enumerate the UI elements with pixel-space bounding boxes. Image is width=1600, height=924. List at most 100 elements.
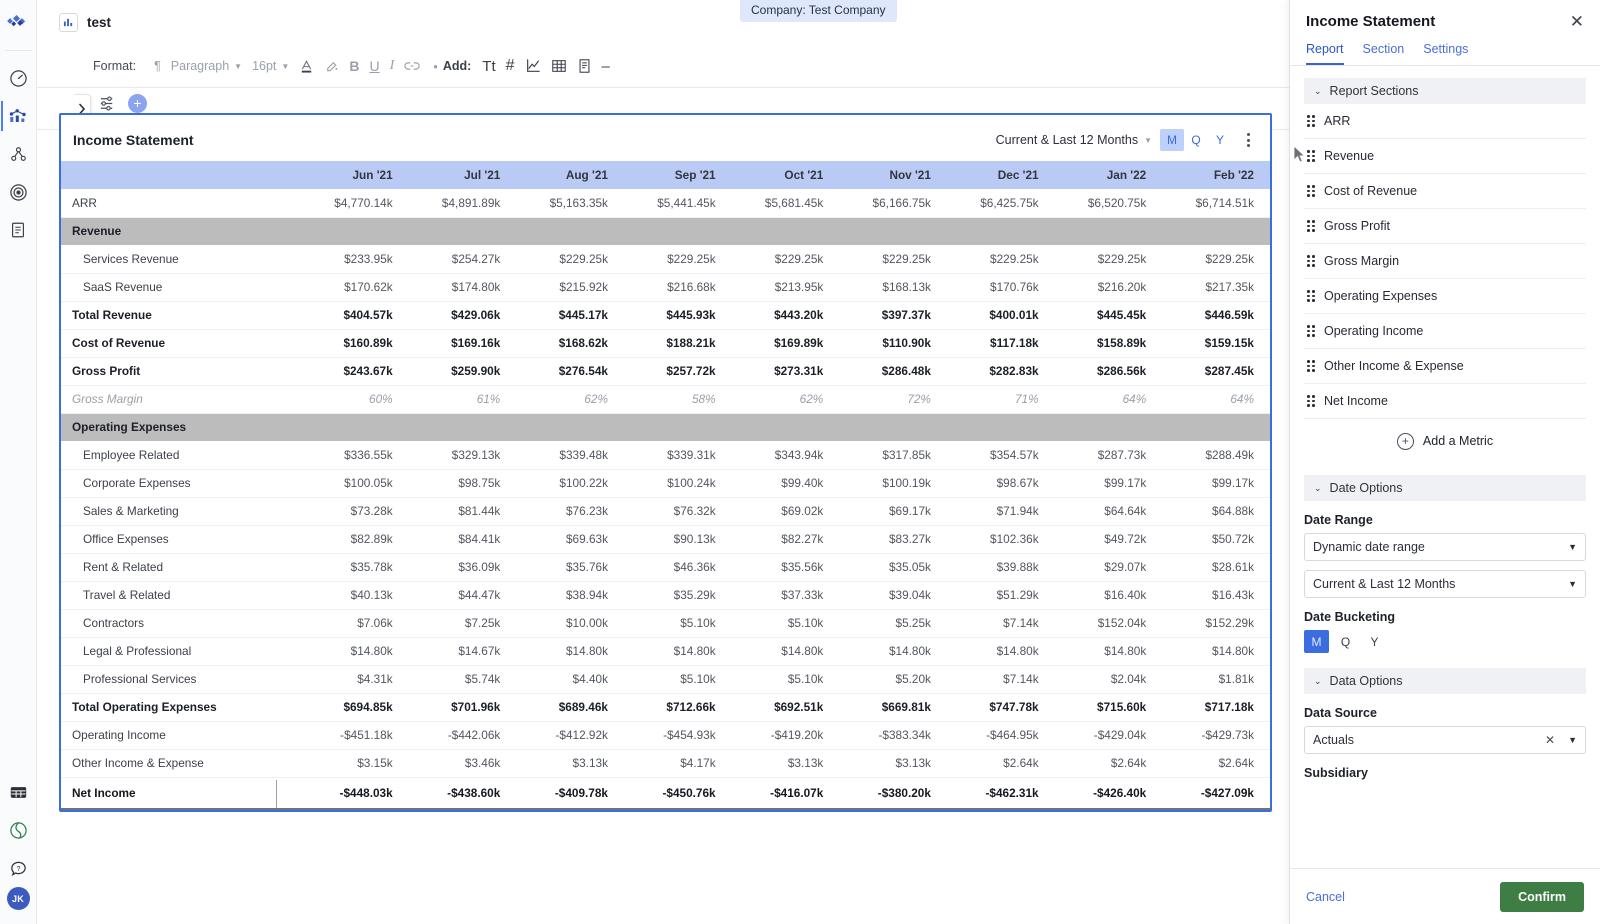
column-header[interactable]: Dec '21 [946,161,1055,189]
clear-icon[interactable]: ✕ [1545,733,1555,747]
italic-icon[interactable]: I [385,53,400,79]
table-row[interactable]: Cost of Revenue $160.89k $169.16k $168.62k $… [61,329,1270,358]
add-text-icon[interactable]: Tt [477,53,500,79]
table-row[interactable]: Legal & Professional $14.80k $14.67k $14.80… [61,637,1270,666]
column-header[interactable]: Jan '22 [1054,161,1163,189]
table-row[interactable]: Rent & Related $35.78k $36.09k $35.76k $46.3… [61,553,1270,582]
report-section-item[interactable]: Cost of Revenue [1304,174,1586,209]
table-row[interactable]: Professional Services $4.31k $5.74k $4.40k $… [61,665,1270,694]
report-section-item[interactable]: Gross Profit [1304,209,1586,244]
report-card[interactable]: Income Statement Current & Last 12 Month… [59,113,1272,812]
avatar[interactable]: JK [6,887,30,910]
column-header[interactable]: Nov '21 [839,161,947,189]
close-icon[interactable]: ✕ [1570,13,1584,30]
report-section-item[interactable]: Other Income & Expense [1304,349,1586,384]
add-block-icon[interactable]: + [128,93,147,113]
sidebar-item-documents[interactable] [1,211,35,249]
table-row[interactable]: Gross Margin 60% 61% 62% 58% 62% 72% 71% 64% 64% [61,385,1270,414]
settings-sliders-icon[interactable] [95,91,119,115]
column-resize-handle[interactable] [276,780,277,808]
drag-handle-icon[interactable] [1307,150,1315,162]
table-row[interactable]: Contractors $7.06k $7.25k $10.00k $5.10k $5.1… [61,609,1270,638]
bold-icon[interactable]: B [344,53,364,79]
report-section-item[interactable]: Net Income [1304,384,1586,419]
drag-handle-icon[interactable] [1307,185,1315,197]
drag-handle-icon[interactable] [1307,255,1315,267]
table-row[interactable]: Revenue [61,217,1270,245]
table-row[interactable]: Corporate Expenses $100.05k $98.75k $100.22… [61,469,1270,498]
drag-handle-icon[interactable] [1307,325,1315,337]
date-range-select[interactable]: Dynamic date range ▼ [1304,533,1586,561]
app-logo-icon[interactable] [5,10,31,36]
bucket-m-button[interactable]: M [1160,129,1184,151]
data-options-accordion[interactable]: ⌄ Data Options [1304,668,1586,694]
date-options-accordion[interactable]: ⌄ Date Options [1304,475,1586,501]
table-row[interactable]: Travel & Related $40.13k $44.47k $38.94k $35… [61,581,1270,610]
report-section-item[interactable]: Operating Expenses [1304,279,1586,314]
sidebar-item-dashboard[interactable] [1,59,35,97]
table-row[interactable]: Operating Expenses [61,413,1270,441]
column-header[interactable]: Feb '22 [1162,161,1270,189]
cancel-button[interactable]: Cancel [1306,890,1345,904]
table-row[interactable]: Operating Income -$451.18k -$442.06k -$412.… [61,721,1270,750]
sidebar-item-integrations[interactable] [1,811,35,849]
table-row[interactable]: Sales & Marketing $73.28k $81.44k $76.23k $7… [61,497,1270,526]
panel-bucket-m-button[interactable]: M [1304,630,1329,653]
table-row[interactable]: Total Operating Expenses $694.85k $701.96k… [61,692,1270,722]
sidebar-item-model[interactable] [1,135,35,173]
add-number-icon[interactable]: # [501,53,520,79]
table-row[interactable]: SaaS Revenue $170.62k $174.80k $215.92k $216… [61,273,1270,302]
document-title[interactable]: test [87,15,111,30]
column-header[interactable]: Jun '21 [301,161,409,189]
pilcrow-icon[interactable]: ¶ [149,53,166,79]
report-more-menu-icon[interactable] [1238,133,1258,147]
drag-handle-icon[interactable] [1307,290,1315,302]
font-size-select[interactable]: 16pt ▼ [247,53,294,79]
date-period-select[interactable]: Current & Last 12 Months ▼ [1304,570,1586,598]
bucket-q-button[interactable]: Q [1184,129,1208,151]
sidebar-item-goals[interactable] [1,173,35,211]
confirm-button[interactable]: Confirm [1500,881,1584,912]
table-row[interactable]: Net Income -$448.03k -$438.60k -$409.78k -$4… [61,776,1270,810]
report-date-range-select[interactable]: Current & Last 12 Months ▼ [996,133,1152,147]
table-row[interactable]: Other Income & Expense $3.15k $3.46k $3.13k… [61,749,1270,778]
sidebar-item-help[interactable]: ? [1,849,35,887]
report-section-item[interactable]: Operating Income [1304,314,1586,349]
drag-handle-icon[interactable] [1307,395,1315,407]
report-section-item[interactable]: Gross Margin [1304,244,1586,279]
report-sections-accordion[interactable]: ⌄ Report Sections [1304,78,1586,104]
tab-section[interactable]: Section [1363,42,1405,65]
column-header[interactable]: Oct '21 [731,161,840,189]
tab-settings[interactable]: Settings [1423,42,1468,65]
add-divider-icon[interactable]: – [597,53,615,79]
paragraph-style-select[interactable]: Paragraph ▼ [166,53,247,79]
table-row[interactable]: Total Revenue $404.57k $429.06k $445.17k $44… [61,300,1270,330]
highlight-icon[interactable] [319,53,344,79]
table-row[interactable]: Employee Related $336.55k $329.13k $339.48k… [61,441,1270,470]
sidebar-item-data-tables[interactable] [1,773,35,811]
column-header[interactable]: Sep '21 [623,161,732,189]
add-table-icon[interactable] [546,53,572,79]
table-row[interactable]: Services Revenue $233.95k $254.27k $229.25k… [61,245,1270,274]
column-header[interactable] [61,161,301,189]
table-row[interactable]: ARR $4,770.14k $4,891.89k $5,163.35k $5,441.… [61,189,1270,218]
panel-bucket-y-button[interactable]: Y [1362,630,1387,653]
table-row[interactable]: Gross Profit $243.67k $259.90k $276.54k $257… [61,357,1270,386]
drag-handle-icon[interactable] [1307,220,1315,232]
drag-handle-icon[interactable] [1307,115,1315,127]
report-section-item[interactable]: ARR [1304,104,1586,139]
add-metric-button[interactable]: + Add a Metric [1304,419,1586,463]
tab-report[interactable]: Report [1306,42,1344,65]
data-source-select[interactable]: Actuals ✕ ▼ [1304,726,1586,754]
column-header[interactable]: Jul '21 [408,161,517,189]
bucket-y-button[interactable]: Y [1208,129,1232,151]
sidebar-item-reports[interactable] [1,97,35,135]
panel-bucket-q-button[interactable]: Q [1333,630,1358,653]
underline-icon[interactable]: U [364,53,384,79]
add-chart-icon[interactable] [520,53,546,79]
report-section-item[interactable]: Revenue [1304,139,1586,174]
add-report-icon[interactable] [572,53,597,79]
font-color-icon[interactable] [294,53,319,79]
table-row[interactable]: Office Expenses $82.89k $84.41k $69.63k $90.… [61,525,1270,554]
drag-handle-icon[interactable] [1307,360,1315,372]
